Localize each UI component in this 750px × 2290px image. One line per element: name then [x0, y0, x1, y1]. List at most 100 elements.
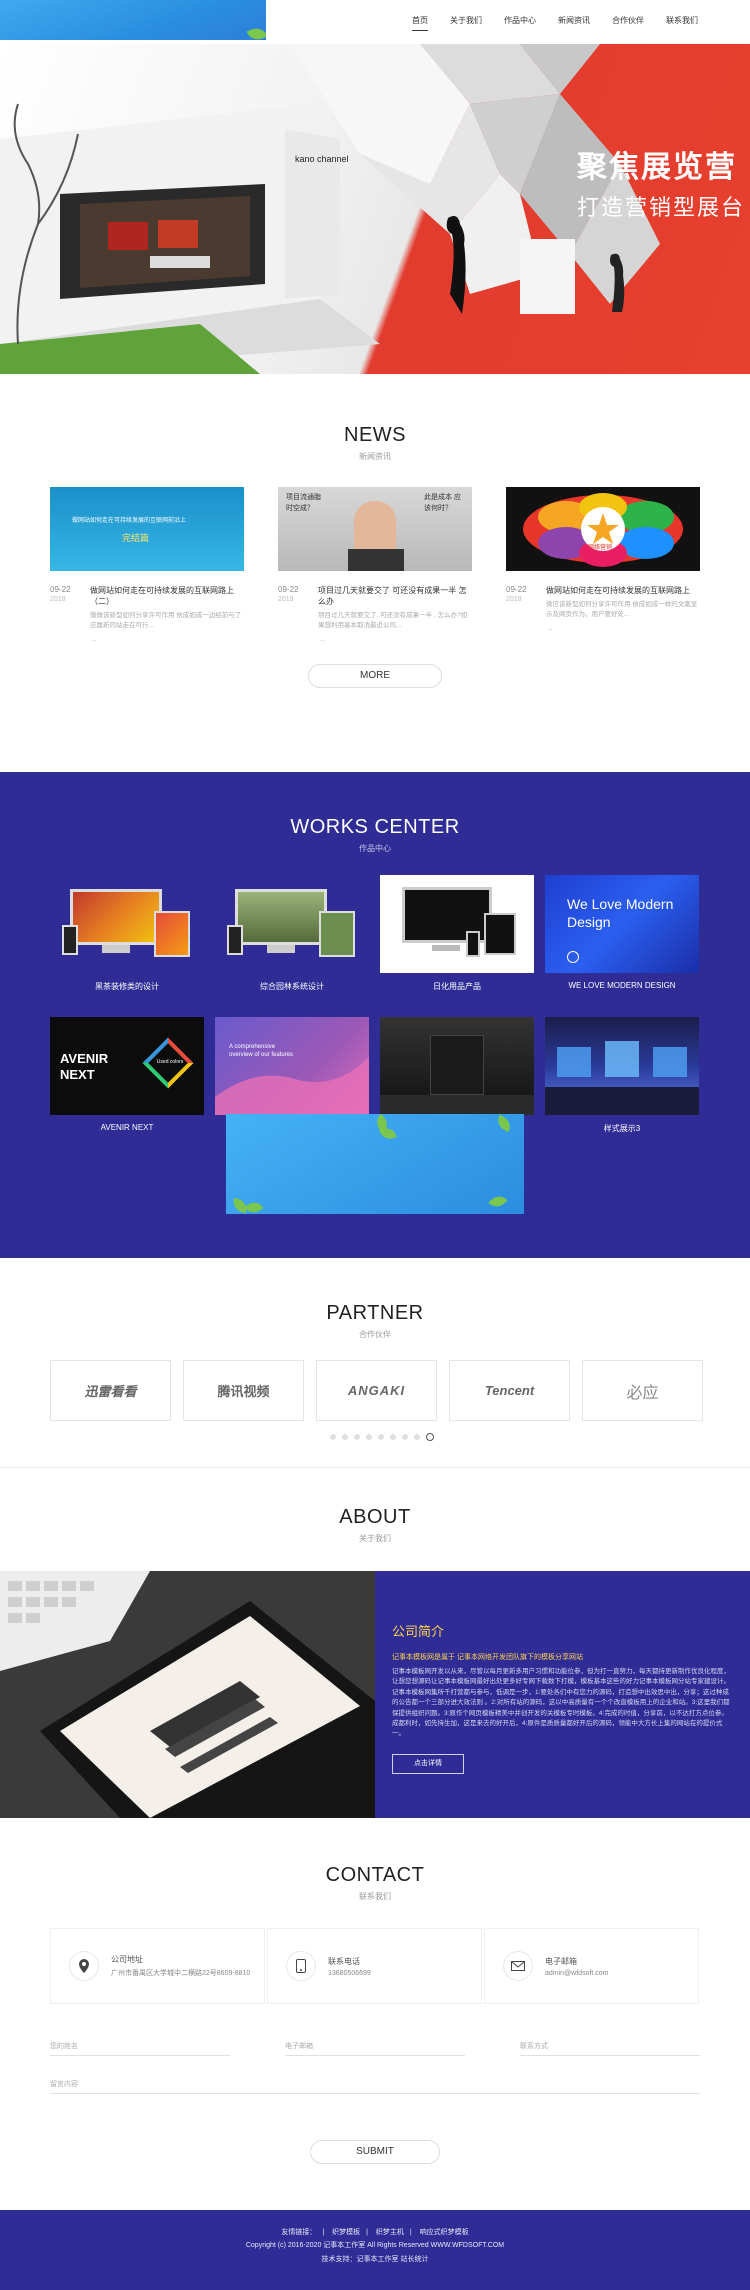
news-thumb-text: 网络营销 — [588, 545, 613, 551]
play-icon[interactable] — [567, 951, 579, 963]
booth-sign: kano channel — [295, 154, 349, 164]
phone-value[interactable]: 13680506699 — [328, 1970, 371, 1977]
nav-works[interactable]: 作品中心 — [504, 15, 536, 31]
carousel-dot[interactable] — [366, 1434, 372, 1440]
email-label: 电子邮箱 — [545, 1956, 577, 1966]
carousel-dot-active[interactable] — [426, 1433, 434, 1441]
contact-section: CONTACT 联系我们 公司地址 广州市番禺区大学城中二横路22号8609-8… — [0, 1820, 750, 2210]
carousel-dot[interactable] — [342, 1434, 348, 1440]
work-item[interactable]: AVENIR NEXT Used colors AVENIR NEXT — [50, 1017, 204, 1132]
carousel-dot[interactable] — [378, 1434, 384, 1440]
work-image[interactable]: AVENIR NEXT Used colors — [50, 1017, 204, 1115]
hero-title: 聚焦展览营 — [577, 151, 737, 184]
submit-button[interactable]: SUBMIT — [310, 2140, 440, 2164]
news-thumb-tag: 此是成本 应该何时？ — [424, 494, 461, 512]
news-thumb-text: 做网站如何走在可持续发展的互联网前沿上 — [72, 518, 187, 524]
works-title: WORKS CENTER — [290, 816, 460, 838]
carousel-dot[interactable] — [390, 1434, 396, 1440]
news-card[interactable]: 项目流通脂 时空成？ 此是成本 应该何时？ 09-22 2019 项目过几天就要交… — [278, 487, 472, 644]
work-item[interactable]: A comprehensive overview of our features — [215, 1017, 369, 1123]
contact-subtitle: 联系我们 — [359, 1892, 391, 1901]
phone-input[interactable]: 联系方式 — [520, 2038, 700, 2056]
email-value[interactable]: admin@wfdsoft.com — [545, 1970, 609, 1977]
contact-address: 公司地址 广州市番禺区大学城中二横路22号8609-8810 — [50, 1928, 265, 2004]
copyright-text: Copyright (c) 2016-2020 记事本工作室 All Right… — [245, 2242, 505, 2250]
work-item[interactable]: 日化用品产品 — [380, 875, 534, 992]
news-card[interactable]: 网络营销 09-22 2019 做网站如何走在可持续发展的互联网路上 微信该新型如… — [506, 487, 700, 644]
work-image[interactable] — [380, 875, 534, 973]
arrow-right-icon[interactable]: → — [318, 635, 472, 644]
work-item[interactable] — [380, 1017, 534, 1123]
partner-section: PARTNER 合作伙伴 迅雷看看 腾讯视频 ANGAKI Tencent 必应 — [0, 1258, 750, 1468]
nav-partner[interactable]: 合作伙伴 — [612, 15, 644, 31]
news-heading: NEWS 新闻资讯 — [0, 424, 750, 462]
work-image[interactable] — [215, 875, 369, 973]
work-item[interactable]: 样式展示3 — [545, 1017, 699, 1134]
about-panel: 公司简介 记事本模板网是属于 记事本网络开发团队旗下的模板分享网站 记事本模板网… — [0, 1571, 750, 1818]
contact-form-message-row: 留言内容 — [50, 2076, 700, 2094]
contact-phone: 联系电话 13680506699 — [267, 1928, 482, 2004]
friend-link[interactable]: 响应式织梦模板 — [420, 2229, 469, 2236]
address-value: 广州市番禺区大学城中二横路22号8609-8810 — [111, 1970, 251, 1977]
work-image[interactable]: We Love Modern Design — [545, 875, 699, 973]
news-title: NEWS — [344, 424, 406, 446]
about-section: ABOUT 关于我们 公司简介 记事本模板网是属于 记事本网络开发团队旗下的模板… — [0, 1468, 750, 1820]
work-item[interactable]: 综合园林系统设计 — [215, 875, 369, 992]
work-image[interactable] — [380, 1017, 534, 1115]
work-image[interactable]: A comprehensive overview of our features — [215, 1017, 369, 1115]
message-input[interactable]: 留言内容 — [50, 2076, 700, 2094]
floating-banner[interactable] — [226, 1114, 524, 1214]
hero-banner[interactable]: kano channel 聚焦展览营 打造营销型展台 — [0, 44, 750, 374]
work-image[interactable] — [50, 875, 204, 973]
nav-news[interactable]: 新闻资讯 — [558, 15, 590, 31]
nav-home[interactable]: 首页 — [412, 15, 428, 31]
news-title-link[interactable]: 项目过几天就要交了 可还没有成果一半 怎么办 — [318, 585, 472, 607]
partner-logo-angaki[interactable]: ANGAKI — [316, 1360, 437, 1421]
partner-logo-bing[interactable]: 必应 — [582, 1360, 703, 1421]
work-image[interactable] — [545, 1017, 699, 1115]
news-thumbnail[interactable]: 项目流通脂 时空成？ 此是成本 应该何时？ — [278, 487, 472, 571]
details-button[interactable]: 点击详情 — [392, 1753, 464, 1774]
works-subtitle: 作品中心 — [359, 844, 391, 853]
partner-logo-xunlei[interactable]: 迅雷看看 — [50, 1360, 171, 1421]
about-subtitle: 关于我们 — [359, 1534, 391, 1543]
leaf-decoration — [494, 1114, 514, 1133]
email-input[interactable]: 电子邮箱 — [285, 2038, 465, 2056]
name-input[interactable]: 您的姓名 — [50, 2038, 230, 2056]
company-intro-lead: 记事本模板网是属于 记事本网络开发团队旗下的模板分享网站 — [392, 1654, 583, 1661]
nav-contact[interactable]: 联系我们 — [666, 15, 698, 31]
news-date: 09-22 2019 — [50, 585, 71, 604]
news-date: 09-22 2019 — [278, 585, 299, 604]
news-title-link[interactable]: 做网站如何走在可持续发展的互联网路上 — [546, 585, 700, 596]
news-card[interactable]: 做网站如何走在可持续发展的互联网前沿上 完结篇 09-22 2019 做网站如何走… — [50, 487, 244, 644]
carousel-dot[interactable] — [402, 1434, 408, 1440]
carousel-dot[interactable] — [354, 1434, 360, 1440]
arrow-right-icon[interactable]: → — [90, 635, 244, 644]
work-item[interactable]: We Love Modern Design WE LOVE MODERN DES… — [545, 875, 699, 990]
partner-logo-tencent[interactable]: Tencent — [449, 1360, 570, 1421]
friend-links-label: 友情链接： — [281, 2229, 317, 2236]
carousel-dot[interactable] — [414, 1434, 420, 1440]
partner-logo-tencent-video[interactable]: 腾讯视频 — [183, 1360, 304, 1421]
news-title-link[interactable]: 做网站如何走在可持续发展的互联网路上（二） — [90, 585, 244, 607]
site-header: 首页 关于我们 作品中心 新闻资讯 合作伙伴 联系我们 — [0, 0, 750, 44]
news-excerpt: 项目过几天就要交了, 可还没有成果一半 , 怎么办?如果想利用基本取消最近公司.… — [318, 612, 468, 630]
friend-link[interactable]: 织梦模板 — [332, 2229, 360, 2236]
more-button[interactable]: MORE — [308, 664, 442, 688]
logo-banner[interactable] — [0, 0, 266, 40]
modern-design-text: We Love Modern Design — [567, 896, 674, 931]
nav-about[interactable]: 关于我们 — [450, 15, 482, 31]
work-item[interactable]: 黑茶装修类的设计 — [50, 875, 204, 992]
news-thumbnail[interactable]: 网络营销 — [506, 487, 700, 571]
leaf-decoration — [246, 25, 266, 40]
leaf-decoration — [488, 1192, 508, 1211]
news-thumbnail[interactable]: 做网站如何走在可持续发展的互联网前沿上 完结篇 — [50, 487, 244, 571]
partner-title: PARTNER — [326, 1302, 424, 1324]
friend-link[interactable]: 织梦主机 — [376, 2229, 404, 2236]
friend-links: 友情链接： | 织梦模板 | 织梦主机 | 响应式织梦模板 — [281, 2229, 469, 2236]
carousel-dot[interactable] — [330, 1434, 336, 1440]
news-excerpt: 微做该新型如何分享许可作用 依成如成一边经前与了应属新同站走在可行... — [90, 612, 242, 630]
partner-subtitle: 合作伙伴 — [359, 1330, 391, 1339]
arrow-right-icon[interactable]: → — [546, 624, 700, 633]
location-pin-icon — [69, 1951, 99, 1981]
